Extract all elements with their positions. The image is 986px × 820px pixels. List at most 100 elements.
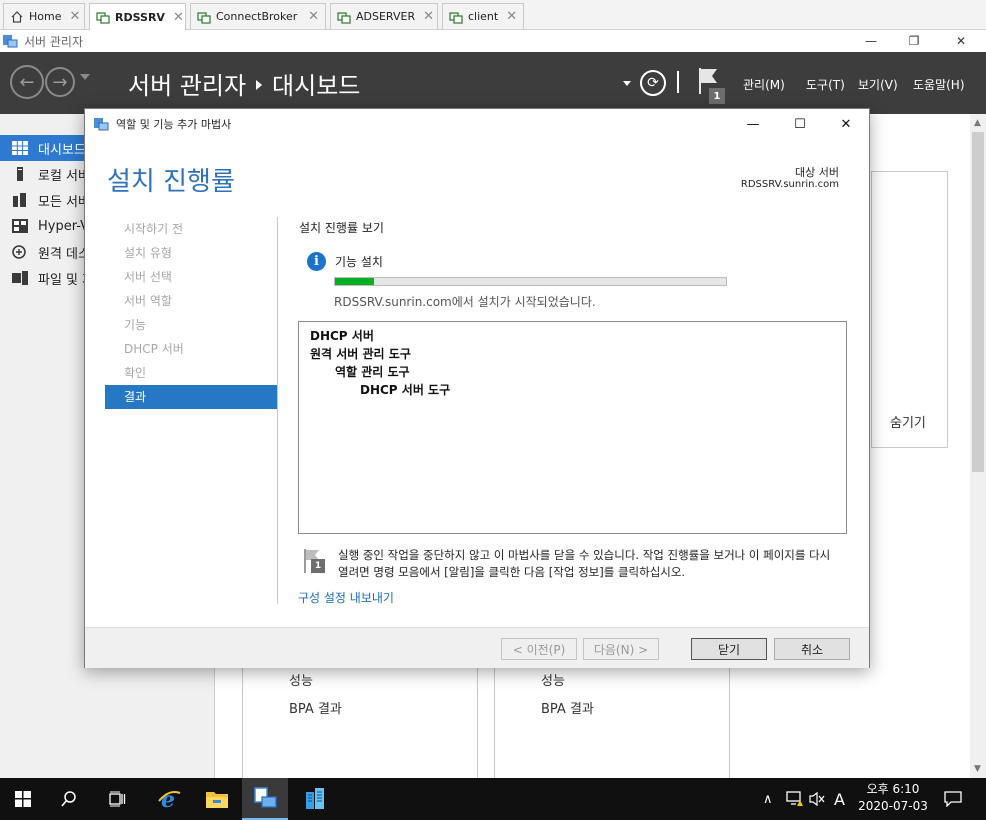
- step-results[interactable]: 결과: [105, 385, 277, 409]
- notification-flag-icon: 1: [303, 549, 327, 575]
- server-manager-taskbar-button[interactable]: [242, 778, 288, 820]
- performance-link[interactable]: 성능: [541, 670, 565, 689]
- menu-help[interactable]: 도움말(H): [913, 76, 965, 93]
- action-center-icon: [944, 791, 962, 807]
- tab-label: Home: [29, 10, 62, 23]
- progress-fill: [335, 278, 375, 285]
- tab-label: ADSERVER: [356, 10, 416, 23]
- tab-connectbroker[interactable]: ConnectBroker ✕: [190, 3, 326, 29]
- close-window-button[interactable]: ✕: [938, 30, 984, 52]
- installation-results-list[interactable]: DHCP 서버 원격 서버 관리 도구 역할 관리 도구 DHCP 서버 도구: [298, 321, 847, 534]
- cancel-button[interactable]: 취소: [774, 638, 850, 660]
- restore-button[interactable]: ❐: [891, 30, 937, 52]
- result-item: 역할 관리 도구: [335, 365, 410, 379]
- history-dropdown[interactable]: [80, 74, 90, 80]
- refresh-dropdown[interactable]: [623, 81, 631, 86]
- dialog-title: 역할 및 기능 추가 마법사: [116, 118, 232, 131]
- windows-admin-tools-button[interactable]: [292, 778, 338, 820]
- close-icon[interactable]: ✕: [173, 10, 184, 25]
- close-icon[interactable]: ✕: [423, 9, 434, 24]
- installation-progress-bar: [334, 277, 727, 286]
- performance-link[interactable]: 성능: [289, 670, 313, 689]
- refresh-button[interactable]: ⟳: [640, 70, 666, 96]
- header-divider: [677, 71, 679, 93]
- dialog-title-bar: 역할 및 기능 추가 마법사 — ☐ ✕: [85, 109, 869, 139]
- tab-rdssrv[interactable]: RDSSRV ✕: [89, 3, 186, 30]
- nav-label: 모든 서버: [38, 194, 90, 210]
- tab-adserver[interactable]: ADSERVER ✕: [330, 3, 438, 29]
- step-dhcp-server[interactable]: DHCP 서버: [105, 337, 277, 361]
- dialog-footer: < 이전(P) 다음(N) > 닫기 취소: [85, 627, 869, 668]
- arrow-left-icon: ←: [19, 71, 35, 93]
- clock[interactable]: 오후 6:10 2020-07-03: [856, 781, 930, 815]
- scroll-down-icon[interactable]: ▼: [974, 764, 981, 774]
- step-features[interactable]: 기능: [105, 313, 277, 337]
- volume-button[interactable]: [808, 778, 826, 820]
- result-item: DHCP 서버: [310, 329, 374, 343]
- back-button[interactable]: ←: [10, 65, 44, 99]
- menu-view[interactable]: 보기(V): [858, 76, 898, 93]
- hide-link[interactable]: 숨기기: [890, 412, 926, 431]
- feature-installation-label: 기능 설치: [335, 255, 383, 269]
- windows-logo-icon: [15, 791, 31, 807]
- dashboard-icon: [12, 141, 28, 155]
- bpa-results-link[interactable]: BPA 결과: [541, 698, 594, 717]
- notification-center-button[interactable]: [944, 778, 962, 820]
- vertical-scrollbar[interactable]: ▲ ▼: [970, 114, 986, 778]
- scrollbar-thumb[interactable]: [972, 132, 984, 472]
- welcome-tile: 숨기기: [871, 171, 948, 448]
- step-server-selection[interactable]: 서버 선택: [105, 265, 277, 289]
- minimize-button[interactable]: —: [848, 30, 894, 52]
- search-icon: [61, 791, 76, 807]
- remote-connection-icon: [449, 11, 463, 24]
- next-button[interactable]: 다음(N) >: [583, 638, 659, 660]
- wizard-heading: 설치 진행률: [107, 167, 235, 197]
- bpa-results-link[interactable]: BPA 결과: [289, 698, 342, 717]
- step-confirmation[interactable]: 확인: [105, 361, 277, 385]
- tab-client[interactable]: client ✕: [442, 3, 524, 29]
- close-icon[interactable]: ✕: [308, 9, 319, 24]
- breadcrumb-app: 서버 관리자: [128, 72, 247, 100]
- server-manager-icon: [3, 35, 18, 48]
- tab-home[interactable]: Home ✕: [3, 3, 85, 29]
- tab-label: ConnectBroker: [216, 10, 298, 23]
- task-view-icon: [109, 791, 126, 807]
- forward-button[interactable]: →: [45, 67, 75, 97]
- remote-connection-icon: [96, 12, 110, 24]
- clock-time: 오후 6:10: [866, 782, 920, 796]
- dialog-minimize-button[interactable]: —: [730, 109, 776, 139]
- dialog-close-button[interactable]: ✕: [823, 109, 869, 139]
- close-icon[interactable]: ✕: [69, 9, 80, 24]
- step-installation-type[interactable]: 설치 유형: [105, 241, 277, 265]
- nav-label: 로컬 서버: [38, 168, 90, 184]
- scroll-up-icon[interactable]: ▲: [974, 118, 981, 128]
- folder-icon: [206, 792, 228, 808]
- input-method-indicator[interactable]: A: [834, 778, 845, 820]
- network-status[interactable]: [786, 778, 804, 820]
- previous-button[interactable]: < 이전(P): [501, 638, 577, 660]
- file-storage-icon: [12, 271, 28, 285]
- export-config-link[interactable]: 구성 설정 내보내기: [298, 589, 394, 606]
- server-icon: [17, 167, 23, 181]
- remote-connection-icon: [337, 11, 351, 24]
- window-title-bar: 서버 관리자 — ❐ ✕: [0, 30, 986, 52]
- close-button[interactable]: 닫기: [691, 638, 767, 660]
- internet-explorer-icon: e: [158, 787, 181, 811]
- step-server-roles[interactable]: 서버 역할: [105, 289, 277, 313]
- notifications-button[interactable]: 1: [697, 68, 729, 104]
- step-before-you-begin[interactable]: 시작하기 전: [105, 217, 277, 241]
- close-icon[interactable]: ✕: [506, 9, 517, 24]
- destination-server-label: 대상 서버: [795, 166, 839, 179]
- show-hidden-icons-button[interactable]: ∧: [763, 778, 773, 820]
- dialog-maximize-button[interactable]: ☐: [777, 109, 823, 139]
- menu-tools[interactable]: 도구(T): [806, 76, 845, 93]
- task-view-button[interactable]: [94, 778, 140, 820]
- notification-count-badge: 1: [311, 559, 325, 573]
- tab-label: RDSSRV: [115, 10, 165, 24]
- buildings-icon: [306, 788, 324, 809]
- internet-explorer-button[interactable]: e: [146, 778, 192, 820]
- file-explorer-button[interactable]: [194, 778, 240, 820]
- menu-manage[interactable]: 관리(M): [743, 76, 785, 93]
- search-button[interactable]: [46, 778, 92, 820]
- start-button[interactable]: [0, 778, 46, 820]
